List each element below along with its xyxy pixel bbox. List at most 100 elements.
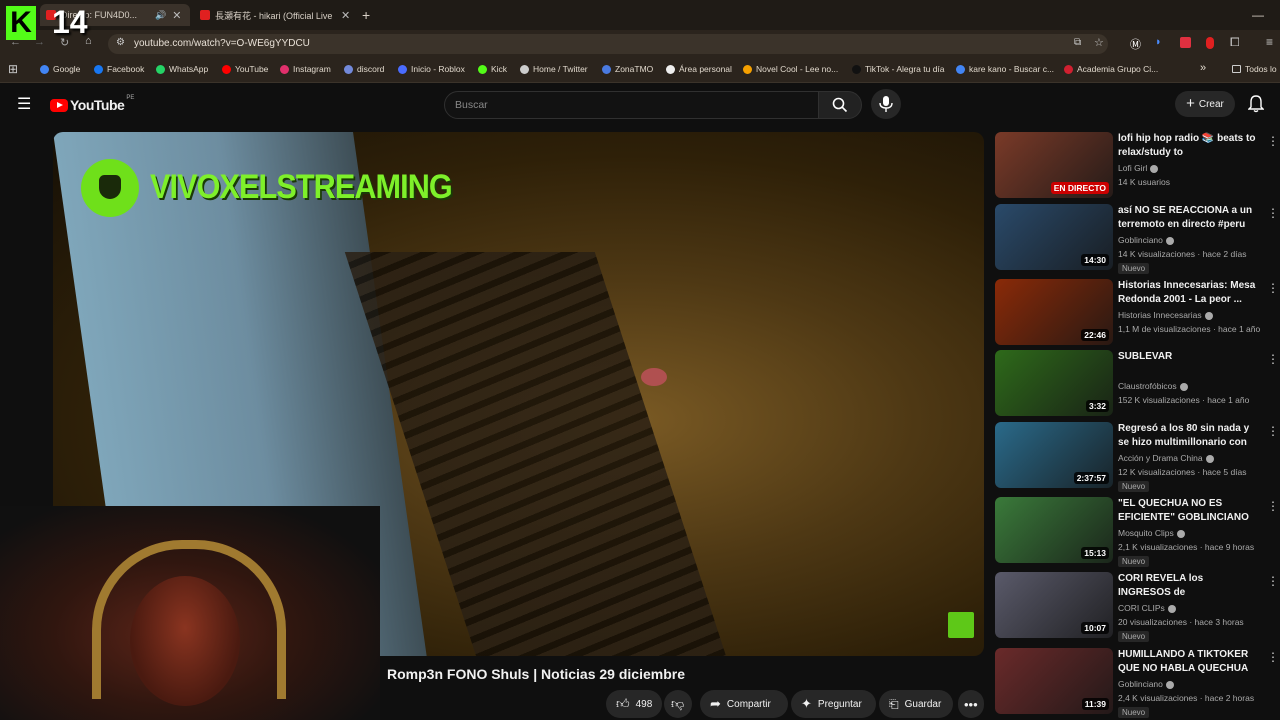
recommended-video-title[interactable]: así NO SE REACCIONA a un terremoto en di… <box>1118 204 1256 232</box>
apps-grid-icon[interactable]: ⊞ <box>8 62 18 76</box>
video-thumbnail[interactable]: 3:32 <box>995 350 1113 416</box>
all-bookmarks-button[interactable]: Todos lo <box>1232 64 1277 74</box>
share-button[interactable]: ➦ Compartir <box>700 690 788 718</box>
recommended-video[interactable]: 14:30 así NO SE REACCIONA a un terremoto … <box>995 204 1279 274</box>
save-button[interactable]: ⎗ Guardar <box>879 690 953 718</box>
more-options-icon[interactable]: ⋮ <box>1267 650 1279 664</box>
bookmark-label: Academia Grupo Ci... <box>1077 64 1159 74</box>
recommended-video[interactable]: 22:46 Historias Innecesarias: Mesa Redond… <box>995 279 1279 347</box>
verified-check-icon <box>1165 236 1174 245</box>
recommended-video[interactable]: 15:13 "EL QUECHUA NO ES EFICIENTE" GOBLIN… <box>995 497 1279 567</box>
search-button[interactable] <box>818 91 862 119</box>
bookmark-label: YouTube <box>235 64 269 74</box>
bookmark-item[interactable]: Área personal <box>666 64 732 74</box>
more-options-icon[interactable]: ⋮ <box>1267 424 1279 438</box>
more-actions-button[interactable]: ••• <box>958 690 984 718</box>
video-thumbnail[interactable]: 10:07 <box>995 572 1113 638</box>
recommended-video[interactable]: 11:39 HUMILLANDO A TIKTOKER QUE NO HABLA … <box>995 648 1279 718</box>
bookmark-item[interactable]: discord <box>344 64 384 74</box>
more-horizontal-icon: ••• <box>964 696 978 712</box>
youtube-logo[interactable]: YouTube PE <box>50 95 134 113</box>
address-bar[interactable]: ⚙ youtube.com/watch?v=O-WE6gYYDCU ⧉ ☆ <box>108 34 1108 54</box>
bookmark-label: Google <box>53 64 81 74</box>
bookmarks-more-button[interactable]: » <box>1200 62 1206 74</box>
folder-icon <box>1232 65 1241 73</box>
bookmark-item[interactable]: kare kano - Buscar c... <box>956 64 1054 74</box>
bookmark-item[interactable]: Instagram <box>280 64 331 74</box>
bookmark-star-icon[interactable]: ☆ <box>1094 36 1104 49</box>
install-icon[interactable]: ⧉ <box>1074 37 1081 48</box>
extensions-puzzle-icon[interactable]: ⧠ <box>1230 35 1240 50</box>
channel-name-text: Mosquito Clips <box>1118 528 1174 538</box>
video-thumbnail[interactable]: 15:13 <box>995 497 1113 563</box>
video-thumbnail[interactable]: 22:46 <box>995 279 1113 345</box>
channel-name[interactable]: Historias Innecesarias <box>1118 310 1213 320</box>
video-thumbnail[interactable]: 11:39 <box>995 648 1113 714</box>
notifications-bell-icon[interactable] <box>1248 95 1264 113</box>
bookmark-item[interactable]: Google <box>40 64 80 74</box>
bookmark-item[interactable]: TikTok - Alegra tu día <box>852 64 945 74</box>
bookmark-item[interactable]: Novel Cool - Lee no... <box>743 64 838 74</box>
extension-icon[interactable]: ◗ <box>1155 36 1162 48</box>
bookmark-item[interactable]: ZonaTMO <box>602 64 653 74</box>
menu-icon[interactable]: ≡ <box>1266 35 1273 49</box>
channel-watermark-icon[interactable] <box>948 612 974 638</box>
more-options-icon[interactable]: ⋮ <box>1267 206 1279 220</box>
ask-button[interactable]: ✦ Preguntar <box>791 690 876 718</box>
recommended-video-title[interactable]: HUMILLANDO A TIKTOKER QUE NO HABLA QUECH… <box>1118 648 1256 676</box>
channel-name[interactable]: Acción y Drama China <box>1118 453 1214 463</box>
tab-inactive[interactable]: 長瀬有花 - hikari (Official Live V ✕ <box>194 4 354 26</box>
more-options-icon[interactable]: ⋮ <box>1267 499 1279 513</box>
channel-name[interactable]: Goblinciano <box>1118 235 1174 245</box>
more-options-icon[interactable]: ⋮ <box>1267 574 1279 588</box>
verified-check-icon <box>1167 604 1176 613</box>
bookmark-item[interactable]: Facebook <box>94 64 144 74</box>
channel-name[interactable]: Mosquito Clips <box>1118 528 1185 538</box>
recommended-video-title[interactable]: "EL QUECHUA NO ES EFICIENTE" GOBLINCIANO… <box>1118 497 1256 525</box>
bookmark-item[interactable]: Academia Grupo Ci... <box>1064 64 1158 74</box>
create-button[interactable]: + Crear <box>1175 91 1235 117</box>
hamburger-menu-icon[interactable]: ☰ <box>17 94 31 114</box>
dislike-button[interactable]: 👎︎ <box>664 690 692 718</box>
video-thumbnail[interactable]: 14:30 <box>995 204 1113 270</box>
recommended-video[interactable]: 10:07 CORI REVELA los INGRESOS de KINGTEK… <box>995 572 1279 642</box>
close-tab-icon[interactable]: ✕ <box>341 9 350 22</box>
extension-icon[interactable] <box>1180 37 1191 48</box>
extension-icon[interactable] <box>1206 37 1214 49</box>
extension-icon[interactable]: Ⓜ <box>1130 36 1141 52</box>
bookmark-item[interactable]: Inicio - Roblox <box>398 64 465 74</box>
recommended-video-title[interactable]: Regresó a los 80 sin nada y se hizo mult… <box>1118 422 1256 450</box>
video-title: Romp3n FONO Shuls | Noticias 29 diciembr… <box>387 666 685 682</box>
channel-name[interactable]: CORI CLIPs <box>1118 603 1176 613</box>
new-tab-button[interactable]: + <box>362 4 378 26</box>
channel-name[interactable]: Lofi Girl <box>1118 163 1159 173</box>
recommended-video[interactable]: 2:37:57 Regresó a los 80 sin nada y se hi… <box>995 422 1279 492</box>
video-thumbnail[interactable]: EN DIRECTO <box>995 132 1113 198</box>
viewer-count: 14 <box>52 4 88 40</box>
channel-name[interactable]: Claustrofóbicos <box>1118 381 1188 391</box>
recommended-video-title[interactable]: lofi hip hop radio 📚 beats to relax/stud… <box>1118 132 1256 160</box>
minimize-button[interactable]: — <box>1252 4 1272 26</box>
bookmark-label: Kick <box>491 64 508 74</box>
bookmark-item[interactable]: YouTube <box>222 64 268 74</box>
bookmark-item[interactable]: Kick <box>478 64 507 74</box>
recommended-video-title[interactable]: CORI REVELA los INGRESOS de KINGTEKA.par… <box>1118 572 1256 600</box>
recommended-video-title[interactable]: Historias Innecesarias: Mesa Redonda 200… <box>1118 279 1256 307</box>
video-meta: 20 visualizaciones · hace 3 horas <box>1118 617 1244 627</box>
voice-search-button[interactable] <box>871 89 901 119</box>
speaker-icon[interactable]: 🔊 <box>155 10 166 21</box>
bookmark-item[interactable]: WhatsApp <box>156 64 208 74</box>
recommended-video[interactable]: EN DIRECTO lofi hip hop radio 📚 beats to … <box>995 132 1279 200</box>
search-input[interactable]: Buscar <box>444 91 820 119</box>
site-info-icon[interactable]: ⚙ <box>116 37 125 48</box>
close-tab-icon[interactable]: ✕ <box>172 9 181 22</box>
like-button[interactable]: 👍︎ 498 <box>606 690 662 718</box>
recommended-video[interactable]: 3:32 SUBLEVAR Claustrofóbicos 152 K visuali… <box>995 350 1279 418</box>
channel-name[interactable]: Goblinciano <box>1118 679 1174 689</box>
more-options-icon[interactable]: ⋮ <box>1267 352 1279 366</box>
more-options-icon[interactable]: ⋮ <box>1267 281 1279 295</box>
video-thumbnail[interactable]: 2:37:57 <box>995 422 1113 488</box>
more-options-icon[interactable]: ⋮ <box>1267 134 1279 148</box>
recommended-video-title[interactable]: SUBLEVAR <box>1118 350 1256 364</box>
bookmark-item[interactable]: Home / Twitter <box>520 64 588 74</box>
